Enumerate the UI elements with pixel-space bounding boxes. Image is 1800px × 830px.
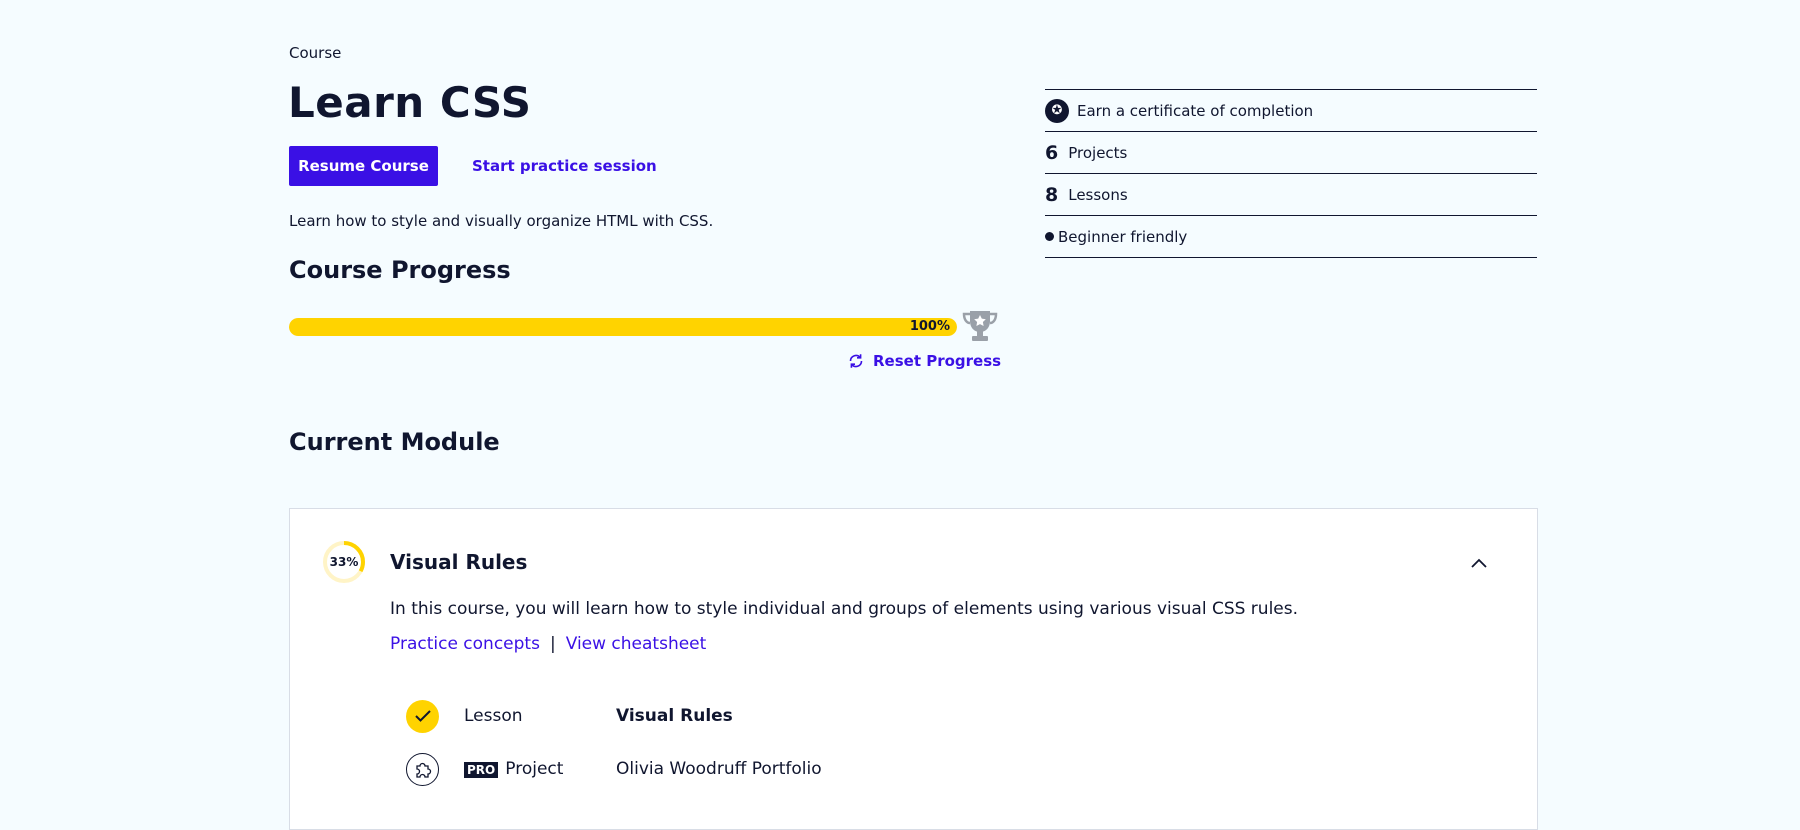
stat-lessons: 8 Lessons bbox=[1045, 173, 1537, 215]
item-type: Lesson bbox=[464, 706, 523, 726]
certificate-icon: ✪ bbox=[1045, 98, 1069, 123]
course-progress-percent: 100% bbox=[909, 319, 950, 334]
item-type-label: Project bbox=[505, 759, 564, 779]
course-progress-heading: Course Progress bbox=[289, 256, 511, 284]
module-item-project[interactable]: PRO Project Olivia Woodruff Portfolio bbox=[406, 752, 822, 786]
item-name[interactable]: Visual Rules bbox=[616, 706, 733, 726]
module-item-lesson[interactable]: Lesson Visual Rules bbox=[406, 699, 733, 733]
projects-count: 6 bbox=[1045, 141, 1059, 164]
current-module-heading: Current Module bbox=[289, 428, 500, 456]
reset-progress-button[interactable]: Reset Progress bbox=[847, 352, 1001, 370]
pro-badge: PRO bbox=[464, 762, 499, 778]
level-label: Beginner friendly bbox=[1058, 227, 1188, 246]
start-practice-link[interactable]: Start practice session bbox=[472, 146, 657, 186]
course-stats: ✪ Earn a certificate of completion 6 Pro… bbox=[1045, 89, 1537, 258]
bullet-icon bbox=[1045, 232, 1054, 241]
resume-course-button[interactable]: Resume Course bbox=[289, 146, 438, 186]
lessons-count: 8 bbox=[1045, 183, 1059, 206]
trophy-icon bbox=[962, 311, 998, 341]
stat-certificate-label: Earn a certificate of completion bbox=[1077, 101, 1314, 120]
module-links: Practice concepts | View cheatsheet bbox=[390, 634, 706, 654]
puzzle-icon bbox=[406, 752, 439, 786]
course-eyebrow: Course bbox=[289, 44, 342, 62]
module-description: In this course, you will learn how to st… bbox=[390, 599, 1299, 619]
stat-projects: 6 Projects bbox=[1045, 131, 1537, 173]
course-description: Learn how to style and visually organize… bbox=[289, 212, 714, 230]
practice-concepts-link[interactable]: Practice concepts bbox=[390, 634, 540, 654]
stat-certificate: ✪ Earn a certificate of completion bbox=[1045, 89, 1537, 131]
course-progress-bar bbox=[289, 318, 957, 336]
item-name[interactable]: Olivia Woodruff Portfolio bbox=[616, 759, 822, 779]
projects-label: Projects bbox=[1068, 143, 1128, 162]
item-type: PRO Project bbox=[464, 759, 563, 779]
link-separator: | bbox=[549, 634, 556, 654]
module-progress-percent: 33% bbox=[329, 555, 359, 569]
course-progress-fill bbox=[289, 318, 957, 336]
module-name: Visual Rules bbox=[390, 550, 528, 574]
refresh-icon bbox=[849, 354, 863, 368]
check-icon bbox=[406, 699, 439, 733]
view-cheatsheet-link[interactable]: View cheatsheet bbox=[566, 634, 707, 654]
reset-progress-label: Reset Progress bbox=[873, 352, 1002, 370]
chevron-up-icon[interactable] bbox=[1468, 552, 1490, 574]
course-title: Learn CSS bbox=[288, 78, 532, 127]
lessons-label: Lessons bbox=[1068, 185, 1128, 204]
stat-level: Beginner friendly bbox=[1045, 215, 1537, 258]
